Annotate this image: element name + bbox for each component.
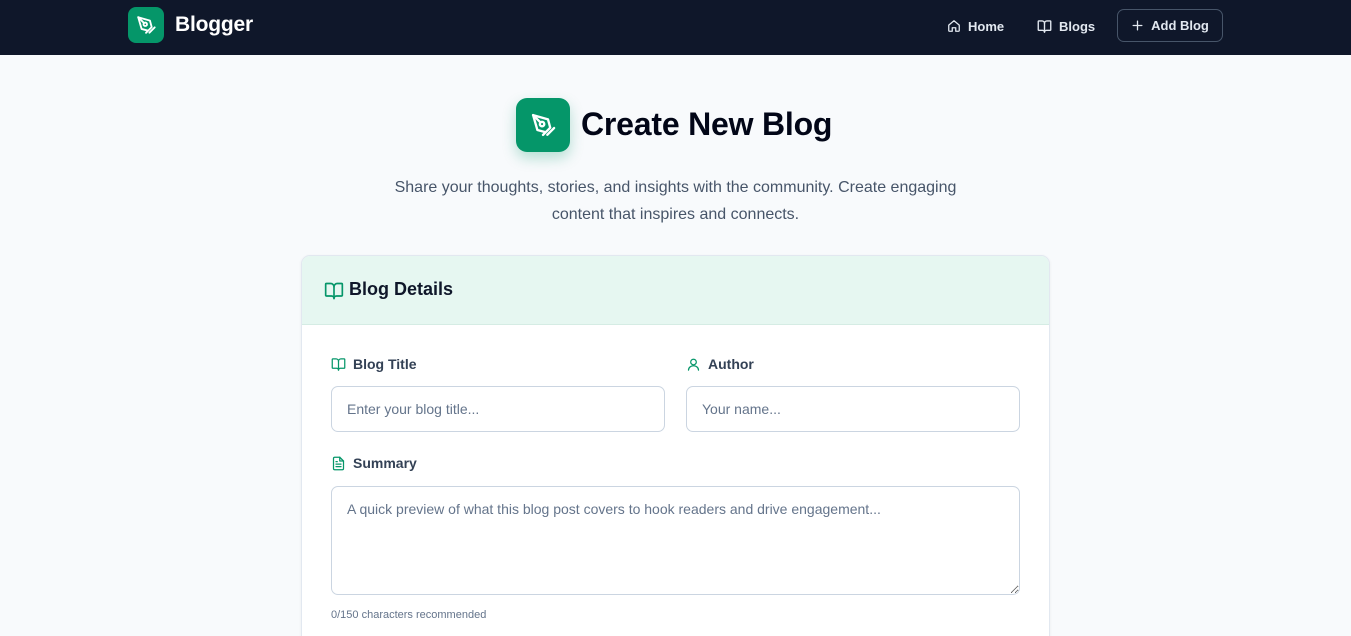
book-open-icon <box>331 357 346 372</box>
blog-details-card: Blog Details Blog Title Author <box>301 255 1050 636</box>
add-blog-label: Add Blog <box>1151 18 1209 33</box>
author-label: Author <box>686 356 754 372</box>
add-blog-button[interactable]: Add Blog <box>1117 9 1223 42</box>
user-icon <box>686 357 701 372</box>
card-header: Blog Details <box>302 256 1049 325</box>
blog-title-label-text: Blog Title <box>353 356 417 372</box>
book-open-icon <box>1037 19 1052 34</box>
card-title: Blog Details <box>349 279 454 299</box>
brand-name: Blogger <box>175 13 253 36</box>
pen-tool-icon <box>128 7 164 43</box>
summary-label: Summary <box>331 455 417 471</box>
home-icon <box>947 19 961 33</box>
author-label-text: Author <box>708 356 754 372</box>
nav-home-label: Home <box>968 18 1005 34</box>
navbar: Blogger Home Blogs Add Blog <box>0 0 1351 55</box>
file-text-icon <box>331 456 346 471</box>
author-input[interactable] <box>686 386 1020 432</box>
nav-blogs-link[interactable]: Blogs <box>1037 14 1095 38</box>
nav-blogs-label: Blogs <box>1059 18 1096 34</box>
page-title: Create New Blog <box>581 106 833 142</box>
summary-char-count: 0/150 characters recommended <box>331 609 487 621</box>
summary-textarea[interactable] <box>331 486 1020 595</box>
nav-home-link[interactable]: Home <box>947 14 1004 38</box>
brand-link[interactable]: Blogger <box>128 7 253 43</box>
book-open-icon <box>324 281 344 301</box>
summary-label-text: Summary <box>353 455 417 471</box>
page-subtitle: Share your thoughts, stories, and insigh… <box>394 179 957 223</box>
pen-tool-icon <box>516 98 570 152</box>
plus-icon <box>1131 19 1144 32</box>
blog-title-input[interactable] <box>331 386 665 432</box>
blog-title-label: Blog Title <box>331 356 417 372</box>
